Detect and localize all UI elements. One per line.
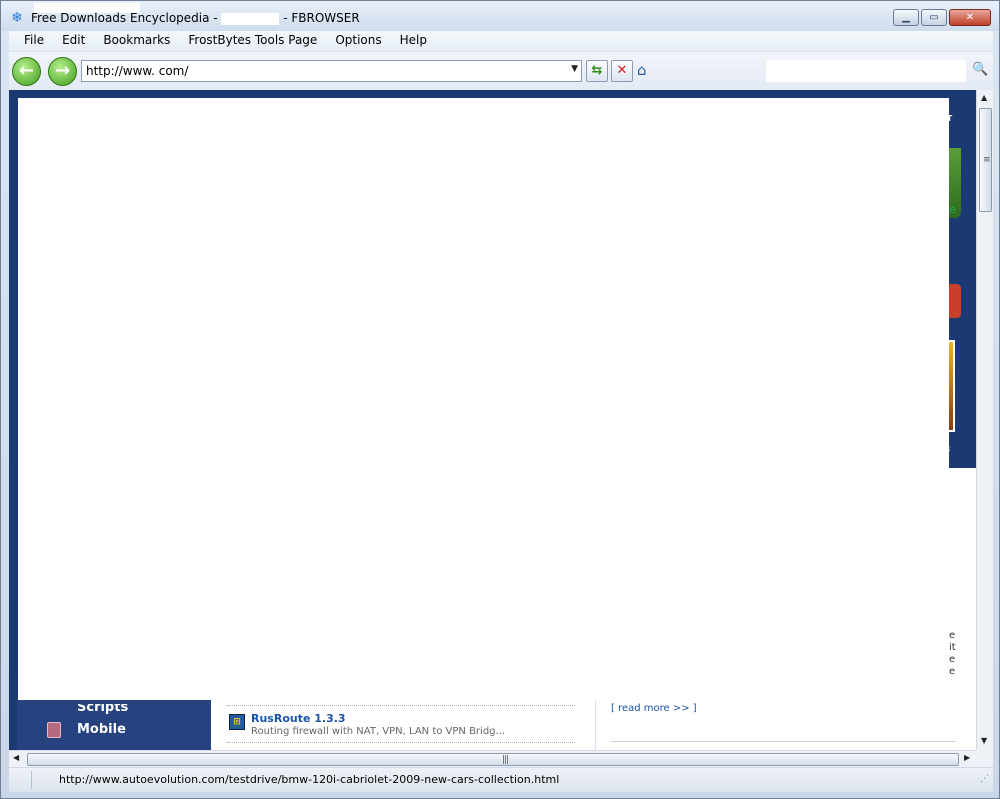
scrollbar-corner bbox=[976, 750, 993, 767]
grip-icon: ≡ bbox=[983, 155, 991, 165]
vertical-scroll-thumb[interactable]: ≡ bbox=[979, 108, 992, 212]
address-bar[interactable]: http://www. com/ ▼ bbox=[81, 60, 582, 82]
maximize-button[interactable]: ▭ bbox=[921, 9, 947, 26]
blank-popup-overlay bbox=[18, 98, 949, 700]
back-button[interactable]: ← bbox=[12, 57, 41, 86]
menu-help[interactable]: Help bbox=[391, 31, 436, 51]
scroll-down-icon[interactable]: ▼ bbox=[981, 736, 987, 745]
list-item-description: Routing firewall with NAT, VPN, LAN to V… bbox=[251, 726, 506, 737]
close-button[interactable]: ✕ bbox=[949, 9, 991, 26]
title-bar[interactable]: ❄ Free Downloads Encyclopedia - - FBROWS… bbox=[1, 1, 999, 31]
left-category-nav: Scripts Mobile bbox=[17, 700, 211, 750]
read-more-link[interactable]: [ read more >> ] bbox=[611, 703, 697, 714]
scroll-left-icon[interactable]: ◀ bbox=[13, 753, 19, 762]
window-title: Free Downloads Encyclopedia - - FBROWSER bbox=[31, 11, 360, 25]
minimize-button[interactable]: ▁ bbox=[893, 9, 919, 26]
windows-icon: ⊞ bbox=[229, 714, 245, 730]
scroll-up-icon[interactable]: ▲ bbox=[981, 93, 987, 102]
browser-window: ❄ Free Downloads Encyclopedia - - FBROWS… bbox=[0, 0, 1000, 799]
forward-button[interactable]: → bbox=[48, 57, 77, 86]
divider bbox=[227, 742, 575, 743]
menu-edit[interactable]: Edit bbox=[53, 31, 94, 51]
search-input[interactable] bbox=[766, 60, 966, 82]
chevron-down-icon[interactable]: ▼ bbox=[571, 64, 578, 74]
mobile-icon bbox=[47, 722, 61, 738]
vertical-scrollbar[interactable]: ▲ ≡ ▼ bbox=[976, 90, 993, 750]
menu-file[interactable]: File bbox=[9, 31, 53, 51]
go-button[interactable]: ⇆ bbox=[586, 60, 608, 82]
right-panel-letters: e it e e bbox=[949, 630, 956, 677]
web-content[interactable]: NT e ds e it e e Scripts Mobile ⊞ RusRou… bbox=[9, 90, 976, 750]
snowflake-icon: ❄ bbox=[11, 10, 23, 26]
divider bbox=[227, 705, 575, 706]
grip-icon: ||| bbox=[502, 755, 509, 765]
navigation-toolbar: ← → http://www. com/ ▼ ⇆ ✕ ⌂ 🔍 bbox=[9, 52, 993, 90]
nav-item-mobile[interactable]: Mobile bbox=[77, 722, 126, 737]
home-icon[interactable]: ⌂ bbox=[637, 61, 655, 79]
title-redaction bbox=[221, 12, 280, 25]
search-icon[interactable]: 🔍 bbox=[972, 62, 988, 77]
divider bbox=[611, 741, 956, 742]
address-value: http://www. com/ bbox=[86, 64, 189, 78]
horizontal-scrollbar[interactable]: ◀ ||| ▶ bbox=[9, 750, 976, 767]
status-separator bbox=[31, 771, 32, 789]
scroll-right-icon[interactable]: ▶ bbox=[964, 753, 970, 762]
menu-bar: File Edit Bookmarks FrostBytes Tools Pag… bbox=[9, 31, 993, 51]
right-banner-letter: e bbox=[949, 203, 956, 216]
resize-grip-icon[interactable]: ⋰ bbox=[980, 774, 989, 784]
menu-frostbytes-tools-page[interactable]: FrostBytes Tools Page bbox=[179, 31, 326, 51]
status-bar: http://www.autoevolution.com/testdrive/b… bbox=[9, 768, 993, 792]
list-item-title[interactable]: RusRoute 1.3.3 bbox=[251, 712, 346, 725]
stop-button[interactable]: ✕ bbox=[611, 60, 633, 82]
nav-item-scripts[interactable]: Scripts bbox=[77, 704, 128, 715]
window-title-prefix: Free Downloads Encyclopedia - bbox=[31, 11, 222, 25]
status-url: http://www.autoevolution.com/testdrive/b… bbox=[59, 773, 560, 786]
horizontal-scroll-thumb[interactable]: ||| bbox=[27, 753, 959, 766]
window-controls: ▁ ▭ ✕ bbox=[893, 9, 991, 26]
menu-bookmarks[interactable]: Bookmarks bbox=[94, 31, 179, 51]
menu-options[interactable]: Options bbox=[326, 31, 390, 51]
column-divider bbox=[595, 700, 596, 750]
window-title-suffix: - FBROWSER bbox=[279, 11, 360, 25]
downloads-list: ⊞ RusRoute 1.3.3 Routing firewall with N… bbox=[211, 700, 976, 750]
